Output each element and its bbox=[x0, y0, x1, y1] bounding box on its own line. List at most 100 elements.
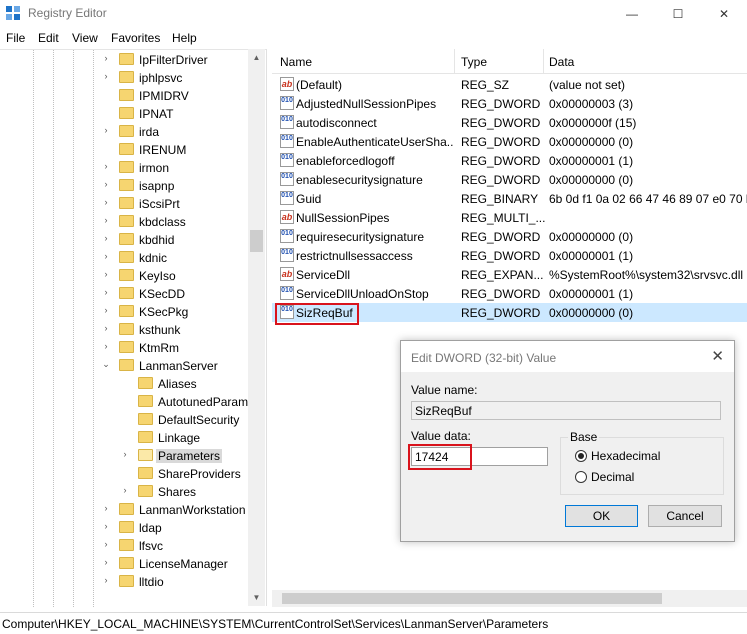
menu-edit[interactable]: Edit bbox=[38, 31, 59, 45]
tree-item[interactable]: › LicenseManager bbox=[0, 555, 248, 573]
tree-item-label: Parameters bbox=[156, 449, 223, 463]
tree-item[interactable]: › LanmanWorkstation bbox=[0, 501, 248, 519]
value-row[interactable]: ab (Default) REG_SZ (value not set) bbox=[272, 75, 747, 94]
tree-item[interactable]: Linkage bbox=[0, 429, 248, 447]
tree-item[interactable]: › ldap bbox=[0, 519, 248, 537]
value-row[interactable]: 010 Guid REG_BINARY 6b 0d f1 0a 02 66 47 46… bbox=[272, 189, 747, 208]
column-header-type[interactable]: Type bbox=[461, 55, 487, 69]
scroll-up-icon[interactable]: ▲ bbox=[248, 49, 265, 66]
tree-item[interactable]: › KSecPkg bbox=[0, 303, 248, 321]
expand-arrow-icon[interactable]: › bbox=[101, 521, 111, 531]
tree-item[interactable]: › lltdio bbox=[0, 573, 248, 591]
tree-item-label: isapnp bbox=[139, 179, 175, 193]
expand-arrow-icon[interactable]: › bbox=[101, 305, 111, 315]
tree-item[interactable]: › kbdclass bbox=[0, 213, 248, 231]
expand-arrow-icon[interactable]: › bbox=[101, 215, 111, 225]
tree-item[interactable]: IRENUM bbox=[0, 141, 248, 159]
value-name: autodisconnect bbox=[296, 116, 377, 130]
dialog-title-bar: Edit DWORD (32-bit) Value ✕ bbox=[401, 341, 734, 372]
tree-item[interactable]: IPNAT bbox=[0, 105, 248, 123]
tree-item[interactable]: › irmon bbox=[0, 159, 248, 177]
tree-item[interactable]: › iphlpsvc bbox=[0, 69, 248, 87]
expand-arrow-icon[interactable]: › bbox=[101, 539, 111, 549]
menu-view[interactable]: View bbox=[72, 31, 98, 45]
expand-arrow-icon[interactable]: › bbox=[101, 287, 111, 297]
expand-arrow-icon[interactable]: › bbox=[101, 179, 111, 189]
decimal-radio[interactable] bbox=[575, 471, 587, 483]
value-row[interactable]: 010 EnableAuthenticateUserSha... REG_DWORD… bbox=[272, 132, 747, 151]
tree-item[interactable]: › ksthunk bbox=[0, 321, 248, 339]
expand-arrow-icon[interactable]: › bbox=[101, 575, 111, 585]
minimize-button[interactable]: — bbox=[609, 0, 655, 28]
tree-item[interactable]: › KSecDD bbox=[0, 285, 248, 303]
tree-item[interactable]: DefaultSecurity bbox=[0, 411, 248, 429]
value-row[interactable]: 010 ServiceDllUnloadOnStop REG_DWORD 0x0000… bbox=[272, 284, 747, 303]
tree-item[interactable]: › kdnic bbox=[0, 249, 248, 267]
expand-arrow-icon[interactable]: › bbox=[120, 485, 130, 495]
tree-item[interactable]: ShareProviders bbox=[0, 465, 248, 483]
scroll-down-icon[interactable]: ▼ bbox=[248, 589, 265, 606]
value-name-field[interactable] bbox=[411, 401, 721, 420]
decimal-label[interactable]: Decimal bbox=[591, 470, 634, 484]
tree-item[interactable]: › KtmRm bbox=[0, 339, 248, 357]
list-scroll-thumb[interactable] bbox=[282, 593, 662, 604]
value-row[interactable]: 010 autodisconnect REG_DWORD 0x0000000f (15… bbox=[272, 113, 747, 132]
column-header-data[interactable]: Data bbox=[549, 55, 574, 69]
tree-item[interactable]: › kbdhid bbox=[0, 231, 248, 249]
folder-icon bbox=[138, 467, 153, 479]
expand-arrow-icon[interactable]: › bbox=[101, 503, 111, 513]
expand-arrow-icon[interactable]: › bbox=[101, 233, 111, 243]
close-button[interactable]: ✕ bbox=[701, 0, 747, 28]
menu-favorites[interactable]: Favorites bbox=[111, 31, 160, 45]
tree-item[interactable]: › iScsiPrt bbox=[0, 195, 248, 213]
registry-tree[interactable]: › IpFilterDriver › iphlpsvc IPMIDRV IPNAT › ird… bbox=[0, 49, 266, 607]
tree-item[interactable]: › Shares bbox=[0, 483, 248, 501]
expand-arrow-icon[interactable]: › bbox=[101, 161, 111, 171]
menu-file[interactable]: File bbox=[6, 31, 25, 45]
value-row[interactable]: 010 AdjustedNullSessionPipes REG_DWORD 0x00… bbox=[272, 94, 747, 113]
expand-arrow-icon[interactable]: › bbox=[101, 53, 111, 63]
value-name: requiresecuritysignature bbox=[296, 230, 425, 244]
menu-help[interactable]: Help bbox=[172, 31, 197, 45]
tree-item[interactable]: › IpFilterDriver bbox=[0, 51, 248, 69]
tree-scroll-thumb[interactable] bbox=[250, 230, 263, 252]
tree-item-label: LicenseManager bbox=[139, 557, 228, 571]
tree-item[interactable]: › isapnp bbox=[0, 177, 248, 195]
tree-item[interactable]: IPMIDRV bbox=[0, 87, 248, 105]
value-row[interactable]: ab NullSessionPipes REG_MULTI_... bbox=[272, 208, 747, 227]
maximize-button[interactable]: ☐ bbox=[655, 0, 701, 28]
expand-arrow-icon[interactable]: › bbox=[101, 557, 111, 567]
hexadecimal-label[interactable]: Hexadecimal bbox=[591, 449, 660, 463]
ok-button[interactable]: OK bbox=[565, 505, 638, 527]
folder-icon bbox=[119, 323, 134, 335]
value-row[interactable]: 010 requiresecuritysignature REG_DWORD 0x00… bbox=[272, 227, 747, 246]
folder-icon bbox=[119, 341, 134, 353]
expand-arrow-icon[interactable]: › bbox=[120, 449, 130, 459]
expand-arrow-icon[interactable]: ⌄ bbox=[101, 359, 111, 370]
expand-arrow-icon[interactable]: › bbox=[101, 251, 111, 261]
tree-item[interactable]: ⌄ LanmanServer bbox=[0, 357, 248, 375]
tree-item[interactable]: AutotunedParam bbox=[0, 393, 248, 411]
expand-arrow-icon[interactable]: › bbox=[101, 323, 111, 333]
expand-arrow-icon[interactable]: › bbox=[101, 341, 111, 351]
column-header-name[interactable]: Name bbox=[280, 55, 312, 69]
hexadecimal-radio[interactable] bbox=[575, 450, 587, 462]
tree-item[interactable]: › KeyIso bbox=[0, 267, 248, 285]
value-row[interactable]: ab ServiceDll REG_EXPAN... %SystemRoot%\sys… bbox=[272, 265, 747, 284]
tree-item[interactable]: › lfsvc bbox=[0, 537, 248, 555]
value-row[interactable]: 010 enableforcedlogoff REG_DWORD 0x00000001… bbox=[272, 151, 747, 170]
dialog-close-icon[interactable]: ✕ bbox=[711, 347, 724, 365]
tree-item[interactable]: Aliases bbox=[0, 375, 248, 393]
expand-arrow-icon[interactable]: › bbox=[101, 71, 111, 81]
tree-item[interactable]: › irda bbox=[0, 123, 248, 141]
expand-arrow-icon[interactable]: › bbox=[101, 269, 111, 279]
value-row[interactable]: 010 restrictnullsessaccess REG_DWORD 0x0000… bbox=[272, 246, 747, 265]
cancel-button[interactable]: Cancel bbox=[648, 505, 722, 527]
expand-arrow-icon[interactable]: › bbox=[101, 197, 111, 207]
tree-item[interactable]: › Parameters bbox=[0, 447, 248, 465]
expand-arrow-icon[interactable]: › bbox=[101, 125, 111, 135]
list-horizontal-scrollbar[interactable] bbox=[272, 590, 747, 607]
tree-vertical-scrollbar[interactable]: ▲ ▼ bbox=[248, 49, 265, 606]
value-row[interactable]: 010 enablesecuritysignature REG_DWORD 0x000… bbox=[272, 170, 747, 189]
tree-item-label: kdnic bbox=[139, 251, 168, 265]
